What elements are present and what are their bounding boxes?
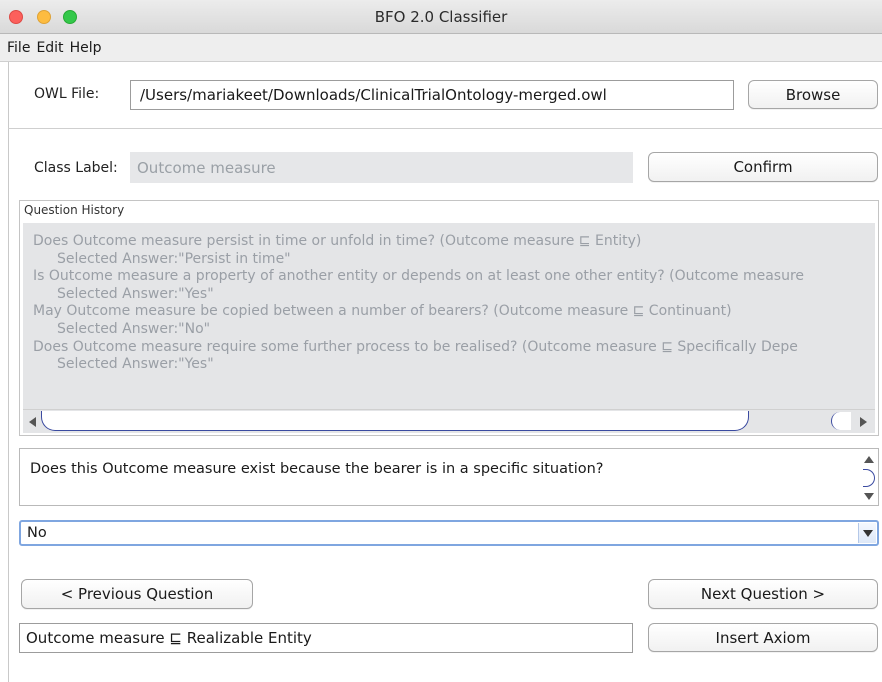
history-question: May Outcome measure be copied between a … — [33, 303, 732, 320]
history-answer: Selected Answer:"Persist in time" — [57, 250, 291, 267]
scroll-down-arrow-icon[interactable] — [864, 493, 874, 500]
window-title-bar: BFO 2.0 Classifier — [0, 0, 882, 34]
axiom-field[interactable]: Outcome measure ⊑ Realizable Entity — [19, 623, 633, 653]
question-history-title: Question History — [24, 203, 125, 217]
answer-select[interactable]: No — [19, 520, 879, 546]
insert-axiom-button[interactable]: Insert Axiom — [648, 623, 878, 652]
scroll-left-arrow-icon[interactable] — [29, 417, 36, 427]
question-vertical-scrollbar[interactable] — [862, 453, 876, 503]
scroll-up-arrow-icon[interactable] — [864, 456, 874, 463]
previous-question-button[interactable]: < Previous Question — [21, 579, 253, 609]
question-history-text[interactable]: Does Outcome measure persist in time or … — [23, 223, 875, 409]
history-horizontal-scrollbar[interactable] — [23, 409, 875, 433]
history-question: Does Outcome measure persist in time or … — [33, 233, 642, 249]
history-answer: Selected Answer:"Yes" — [57, 356, 214, 373]
menu-bar: File Edit Help — [0, 34, 882, 62]
confirm-button[interactable]: Confirm — [648, 152, 878, 182]
owl-file-path-field[interactable]: /Users/mariakeet/Downloads/ClinicalTrial… — [130, 80, 734, 110]
answer-select-value: No — [27, 525, 47, 541]
menu-edit[interactable]: Edit — [36, 40, 63, 56]
scroll-right-arrow-icon[interactable] — [860, 417, 867, 427]
menu-file[interactable]: File — [7, 40, 30, 56]
menu-help[interactable]: Help — [70, 40, 102, 56]
next-question-button[interactable]: Next Question > — [648, 579, 878, 609]
scrollbar-thumb-end — [831, 412, 851, 430]
browse-button[interactable]: Browse — [748, 80, 878, 109]
question-history-panel: Question History Does Outcome measure pe… — [19, 200, 879, 436]
scrollbar-thumb[interactable] — [41, 411, 749, 431]
window-left-border — [8, 62, 9, 682]
class-label-label: Class Label: — [34, 160, 118, 176]
history-answer: Selected Answer:"Yes" — [57, 285, 214, 302]
scrollbar-knob[interactable] — [863, 469, 875, 487]
owl-file-label: OWL File: — [34, 86, 100, 102]
history-question: Is Outcome measure a property of another… — [33, 268, 805, 285]
class-label-field[interactable]: Outcome measure — [130, 152, 633, 183]
history-question: Does Outcome measure require some furthe… — [33, 338, 798, 355]
dropdown-arrow-icon[interactable] — [858, 523, 876, 543]
window-title: BFO 2.0 Classifier — [374, 8, 508, 26]
section-divider — [8, 128, 882, 129]
current-question-text: Does this Outcome measure exist because … — [30, 461, 604, 477]
history-answer: Selected Answer:"No" — [57, 320, 211, 337]
current-question-box: Does this Outcome measure exist because … — [19, 448, 879, 506]
